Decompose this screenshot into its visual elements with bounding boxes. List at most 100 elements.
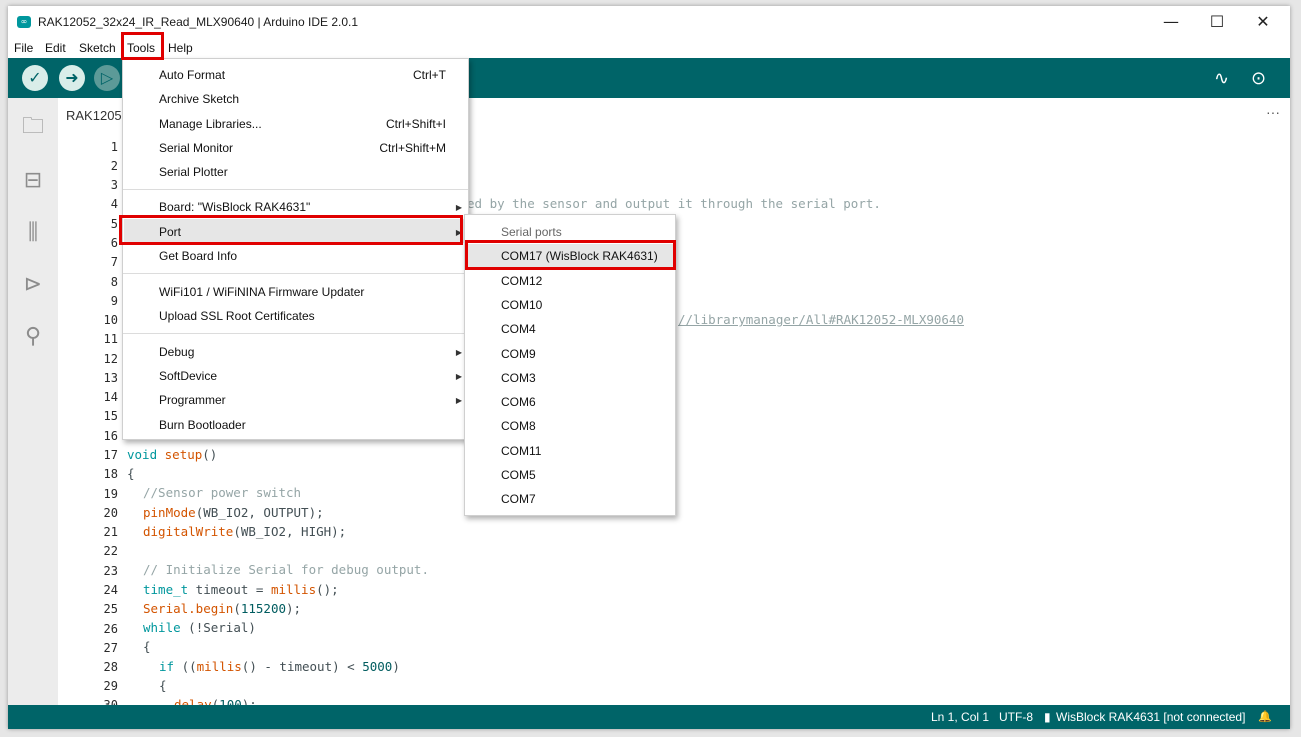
code-line: { — [143, 639, 151, 654]
line-number: 11 — [103, 332, 118, 346]
line-number: 26 — [103, 622, 118, 636]
serial-plotter-icon[interactable]: ∿ — [1214, 68, 1229, 89]
folder-icon[interactable]: 🗀 — [20, 114, 46, 140]
submenu-arrow-icon: ▶ — [455, 372, 462, 381]
line-number: 2 — [110, 159, 118, 173]
code-comment-fragment: ed by the sensor and output it through t… — [467, 196, 881, 211]
upload-icon[interactable]: ➜ — [59, 65, 85, 91]
line-number: 20 — [103, 506, 118, 520]
submenu-arrow-icon: ▶ — [455, 396, 462, 405]
port-item[interactable]: COM7 — [501, 492, 536, 506]
status-bar: Ln 1, Col 1 UTF-8 ▮ WisBlock RAK4631 [no… — [8, 705, 1290, 729]
submenu-arrow-icon: ▶ — [455, 348, 462, 357]
port-item[interactable]: COM4 — [501, 322, 536, 336]
submenu-arrow-icon: ▶ — [455, 203, 462, 212]
line-number: 28 — [103, 660, 118, 674]
code-line: { — [159, 678, 167, 693]
window-title: RAK12052_32x24_IR_Read_MLX90640 | Arduin… — [38, 15, 359, 29]
menu-item-upload-ssl[interactable]: Upload SSL Root Certificates — [159, 309, 315, 323]
menu-item-manage-libraries[interactable]: Manage Libraries... — [159, 117, 262, 131]
line-number: 9 — [110, 294, 118, 308]
port-item[interactable]: COM12 — [501, 274, 542, 288]
menu-edit[interactable]: Edit — [45, 40, 66, 56]
code-line: //Sensor power switch — [143, 485, 302, 500]
menu-item-programmer[interactable]: Programmer — [159, 393, 226, 407]
menu-item-get-board-info[interactable]: Get Board Info — [159, 249, 237, 263]
tools-menu-dropdown: Auto Format Ctrl+T Archive Sketch Manage… — [122, 58, 469, 440]
line-number: 15 — [103, 409, 118, 423]
code-line: time_t timeout = millis(); — [143, 582, 339, 597]
menu-item-serial-plotter[interactable]: Serial Plotter — [159, 165, 228, 179]
line-number: 10 — [103, 313, 118, 327]
close-icon[interactable]: ✕ — [1240, 6, 1286, 38]
menu-sketch[interactable]: Sketch — [79, 40, 116, 56]
menu-item-archive-sketch[interactable]: Archive Sketch — [159, 92, 239, 106]
library-manager-link[interactable]: //librarymanager/All#RAK12052-MLX90640 — [678, 312, 964, 327]
line-number: 23 — [103, 564, 118, 578]
debug-sidebar-icon[interactable]: ⊳ — [20, 272, 46, 298]
line-number: 3 — [110, 178, 118, 192]
arduino-ide-window: ∞ RAK12052_32x24_IR_Read_MLX90640 | Ardu… — [8, 6, 1290, 729]
menu-item-debug[interactable]: Debug — [159, 345, 194, 359]
line-number: 7 — [110, 255, 118, 269]
cursor-position[interactable]: Ln 1, Col 1 — [931, 710, 989, 724]
port-item[interactable]: COM5 — [501, 468, 536, 482]
port-item[interactable]: COM11 — [501, 444, 541, 458]
line-number: 1 — [110, 140, 118, 154]
line-number: 16 — [103, 429, 118, 443]
search-icon[interactable]: ⚲ — [20, 324, 46, 350]
com17-highlight-box — [465, 240, 676, 270]
menu-separator — [123, 273, 468, 274]
line-number: 19 — [103, 487, 118, 501]
notification-bell-icon[interactable]: 🔔 — [1258, 710, 1272, 723]
menu-separator — [123, 189, 468, 190]
maximize-icon[interactable]: ☐ — [1194, 6, 1240, 38]
line-number: 12 — [103, 352, 118, 366]
line-number: 29 — [103, 679, 118, 693]
menu-help[interactable]: Help — [168, 40, 193, 56]
debug-icon[interactable]: ▷ — [94, 65, 120, 91]
port-item[interactable]: COM10 — [501, 298, 542, 312]
code-line: Serial.begin(115200); — [143, 601, 302, 616]
code-line: void setup() — [127, 447, 218, 462]
code-line: pinMode(WB_IO2, OUTPUT); — [143, 505, 324, 520]
more-icon[interactable]: ··· — [1266, 104, 1280, 120]
port-item[interactable]: COM3 — [501, 371, 536, 385]
line-number: 24 — [103, 583, 118, 597]
port-item[interactable]: COM8 — [501, 419, 536, 433]
tools-highlight-box — [121, 32, 164, 60]
verify-icon[interactable]: ✓ — [22, 65, 48, 91]
shortcut-label: Ctrl+Shift+I — [385, 117, 446, 131]
line-number: 18 — [103, 467, 118, 481]
line-number: 13 — [103, 371, 118, 385]
shortcut-label: Ctrl+Shift+M — [379, 141, 446, 155]
submenu-header: Serial ports — [501, 225, 562, 239]
boards-manager-icon[interactable]: ⊟ — [20, 168, 46, 194]
menu-file[interactable]: File — [14, 40, 33, 56]
menu-item-wifi-updater[interactable]: WiFi101 / WiFiNINA Firmware Updater — [159, 285, 364, 299]
line-number: 8 — [110, 275, 118, 289]
arduino-logo-icon: ∞ — [17, 16, 31, 28]
line-number: 4 — [110, 197, 118, 211]
minimize-icon[interactable]: — — [1148, 6, 1194, 38]
line-number: 21 — [103, 525, 118, 539]
code-line: while (!Serial) — [143, 620, 256, 635]
editor-tab[interactable]: RAK1205 — [66, 108, 122, 123]
menu-item-burn-bootloader[interactable]: Burn Bootloader — [159, 418, 246, 432]
line-number: 27 — [103, 641, 118, 655]
menu-bar: File Edit Sketch Tools Help — [8, 38, 1290, 58]
port-item[interactable]: COM9 — [501, 347, 536, 361]
line-number: 17 — [103, 448, 118, 462]
menu-item-serial-monitor[interactable]: Serial Monitor — [159, 141, 233, 155]
activity-sidebar: 🗀 ⊟ ⫼ ⊳ ⚲ — [8, 98, 58, 705]
menu-item-board[interactable]: Board: "WisBlock RAK4631" — [159, 200, 310, 214]
port-item[interactable]: COM6 — [501, 395, 536, 409]
board-status[interactable]: WisBlock RAK4631 [not connected] — [1056, 710, 1245, 724]
line-number: 5 — [110, 217, 118, 231]
code-line: // Initialize Serial for debug output. — [143, 562, 429, 577]
serial-monitor-icon[interactable]: ⊙ — [1251, 68, 1266, 89]
library-manager-icon[interactable]: ⫼ — [20, 220, 46, 246]
menu-item-softdevice[interactable]: SoftDevice — [159, 369, 217, 383]
encoding-label[interactable]: UTF-8 — [999, 710, 1033, 724]
menu-item-auto-format[interactable]: Auto Format — [159, 68, 225, 82]
